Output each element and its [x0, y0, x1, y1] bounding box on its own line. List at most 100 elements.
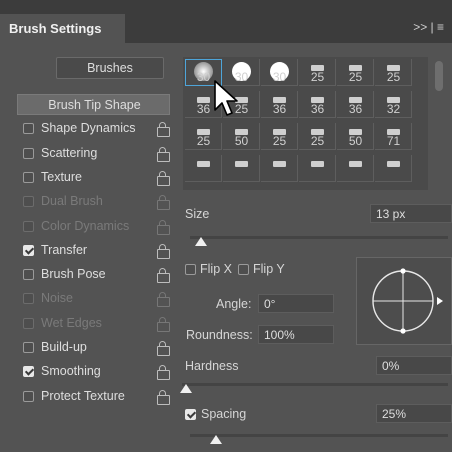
brush-preset[interactable]: 25: [185, 123, 222, 150]
lock-icon[interactable]: [157, 341, 170, 356]
option-scattering[interactable]: Scattering: [17, 143, 170, 164]
option-label: Dual Brush: [41, 194, 103, 209]
option-protect-texture[interactable]: Protect Texture: [17, 386, 170, 407]
spacing-slider-track[interactable]: [190, 434, 448, 437]
brush-preset[interactable]: 25: [299, 59, 336, 86]
option-checkbox[interactable]: [23, 366, 34, 378]
option-label: Scattering: [41, 145, 98, 160]
option-texture[interactable]: Texture: [17, 167, 170, 188]
angle-roundness-preview[interactable]: [356, 257, 452, 345]
brush-preset[interactable]: [299, 155, 336, 182]
size-field[interactable]: 13 px: [370, 204, 452, 223]
brush-preset[interactable]: 36: [337, 91, 374, 118]
option-label: Color Dynamics: [41, 218, 130, 233]
option-checkbox[interactable]: [23, 147, 34, 159]
brush-preset[interactable]: 30: [261, 59, 298, 86]
hardness-slider-track[interactable]: [182, 383, 448, 386]
brush-preset[interactable]: 32: [375, 91, 412, 118]
option-noise[interactable]: Noise: [17, 288, 170, 309]
brush-settings-panel: Brush Settings >> | ≡ Brushes Brush Tip …: [0, 0, 452, 452]
brush-size-label: 25: [310, 70, 325, 84]
lock-icon[interactable]: [157, 243, 170, 259]
brush-preset[interactable]: 25: [261, 123, 298, 150]
size-slider-track[interactable]: [190, 236, 448, 239]
brush-preset[interactable]: [261, 155, 298, 182]
flip-y-checkbox[interactable]: [238, 264, 249, 275]
brush-size-label: 25: [272, 134, 287, 148]
lock-icon[interactable]: [157, 292, 170, 308]
panel-title-bar: Brush Settings >> | ≡: [0, 0, 452, 43]
option-dual-brush[interactable]: Dual Brush: [17, 191, 170, 212]
brush-preset-grid[interactable]: 30 30 30 25 25 25 36 25 36 36 36 32 25 50 25 25 50 71: [183, 57, 428, 190]
lock-icon[interactable]: [157, 389, 170, 405]
brush-preset[interactable]: 71: [375, 123, 412, 150]
lock-icon[interactable]: [157, 219, 170, 235]
brush-tip-icon: [273, 161, 286, 167]
hardness-field[interactable]: 0%: [376, 356, 452, 375]
lock-icon[interactable]: [157, 146, 170, 162]
option-brush-tip-shape[interactable]: Brush Tip Shape: [17, 94, 170, 115]
brush-preset[interactable]: [223, 155, 260, 182]
option-label: Shape Dynamics: [41, 121, 136, 136]
roundness-field[interactable]: 100%: [258, 325, 334, 344]
option-smoothing[interactable]: Smoothing: [17, 361, 170, 382]
angle-field[interactable]: 0°: [258, 294, 334, 313]
lock-icon[interactable]: [157, 268, 170, 284]
option-checkbox[interactable]: [23, 342, 34, 353]
option-checkbox[interactable]: [23, 269, 34, 281]
option-label: Noise: [41, 291, 73, 306]
flip-x-checkbox[interactable]: [185, 264, 196, 275]
spacing-label: Spacing: [201, 407, 247, 421]
brush-preset[interactable]: 25: [375, 59, 412, 86]
brush-preset[interactable]: [375, 155, 412, 182]
brush-size-label: 50: [234, 134, 249, 148]
brush-preset[interactable]: 25: [337, 59, 374, 86]
lock-icon[interactable]: [157, 195, 170, 211]
preset-scroll-thumb[interactable]: [435, 61, 443, 91]
lock-icon[interactable]: [157, 122, 170, 138]
option-checkbox[interactable]: [23, 390, 34, 402]
brush-preset[interactable]: 50: [337, 123, 374, 150]
brush-size-label: 36: [348, 102, 363, 116]
brush-preset[interactable]: [185, 155, 222, 182]
option-checkbox[interactable]: [23, 171, 34, 183]
option-checkbox[interactable]: [23, 317, 34, 329]
option-label: Build-up: [41, 340, 87, 354]
panel-menu-icon[interactable]: >> | ≡: [413, 20, 444, 34]
spacing-slider-thumb[interactable]: [209, 435, 222, 444]
option-color-dynamics[interactable]: Color Dynamics: [17, 216, 170, 237]
brush-size-label: 36: [310, 102, 325, 116]
option-shape-dynamics[interactable]: Shape Dynamics: [17, 118, 170, 139]
brush-preset[interactable]: 36: [299, 91, 336, 118]
lock-icon[interactable]: [157, 170, 170, 186]
preset-scrollbar[interactable]: [432, 57, 446, 190]
hardness-slider-thumb[interactable]: [180, 384, 192, 393]
option-checkbox[interactable]: [23, 196, 34, 208]
brush-size-label: 30: [272, 70, 287, 84]
option-transfer[interactable]: Transfer: [17, 240, 170, 261]
brush-preset[interactable]: [337, 155, 374, 182]
spacing-field[interactable]: 25%: [376, 404, 452, 423]
brush-size-label: 25: [386, 70, 401, 84]
brush-preset[interactable]: 50: [223, 123, 260, 150]
size-slider-thumb[interactable]: [195, 237, 208, 246]
brush-size-label: 25: [196, 134, 211, 148]
tab-brush-settings[interactable]: Brush Settings: [0, 14, 125, 43]
option-checkbox[interactable]: [23, 293, 34, 305]
flip-y-label: Flip Y: [253, 262, 285, 276]
flip-x-label: Flip X: [200, 262, 232, 276]
brush-preset[interactable]: 36: [261, 91, 298, 118]
option-checkbox[interactable]: [23, 244, 34, 256]
lock-icon[interactable]: [157, 365, 170, 381]
lock-icon[interactable]: [157, 316, 170, 332]
angle-label: Angle:: [216, 297, 252, 311]
option-checkbox[interactable]: [23, 220, 34, 232]
option-checkbox[interactable]: [23, 123, 34, 135]
option-label: Smoothing: [41, 364, 101, 379]
option-wet-edges[interactable]: Wet Edges: [17, 313, 170, 334]
spacing-checkbox[interactable]: [185, 409, 196, 420]
option-build-up[interactable]: Build-up: [17, 337, 170, 358]
brush-preset[interactable]: 25: [299, 123, 336, 150]
option-brush-pose[interactable]: Brush Pose: [17, 264, 170, 285]
brushes-button[interactable]: Brushes: [56, 57, 164, 79]
